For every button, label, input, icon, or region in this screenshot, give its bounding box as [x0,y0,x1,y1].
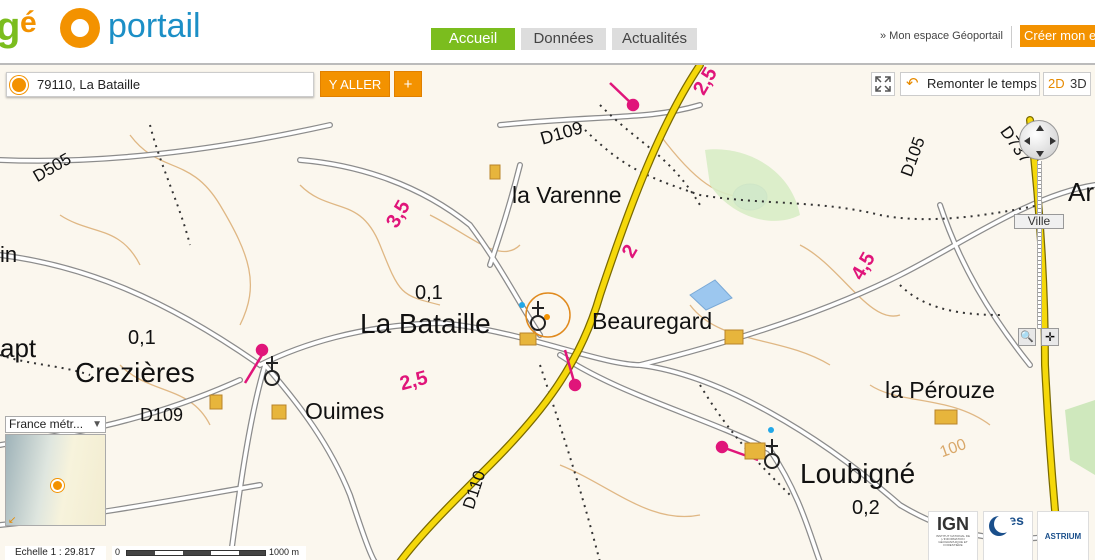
view-mode-toggle: 2D 3D [1043,72,1091,96]
main-nav: Accueil Données Actualités [431,28,697,50]
scale-bar-graphic [126,550,266,556]
cnes-emblem-icon [989,515,1012,536]
map-label-height-c: 0,2 [852,497,880,519]
territory-select-value: France métr... [9,417,84,431]
scale-bar-zero: 0 [115,547,121,557]
map-label-ar: Ar [1068,177,1094,207]
svg-text:g: g [0,5,20,49]
header-bar: g é portail Accueil Données Actualités »… [0,0,1095,63]
scale-ratio: Echelle 1 : 29.817 [5,546,106,560]
astrium-logo[interactable]: ASTRIUM [1037,511,1089,560]
expand-icon [875,76,891,92]
time-travel-button[interactable]: ↶ Remonter le temps [900,72,1040,96]
pan-arrows-icon [1024,125,1056,157]
dropdown-arrow-icon: ▼ [92,419,102,430]
map-canvas[interactable]: La Bataille Beauregard la Varenne Creziè… [0,63,1095,560]
logo-geo-icon: g é [0,5,100,49]
map-label-in: in [0,242,18,267]
map-label-beauregard: Beauregard [592,308,713,334]
cnes-logo[interactable]: cnes [983,511,1033,560]
map-label-loubigne: Loubigné [800,458,916,489]
zoom-level-label: Ville [1014,214,1064,229]
svg-text:é: é [20,6,37,39]
map-label-la-bataille: La Bataille [360,308,491,339]
map-label-apt: apt [0,333,37,363]
locate-icon[interactable]: ✛ [1041,328,1059,346]
map-label-la-perouze: la Pérouze [885,377,995,403]
view-2d-button[interactable]: 2D [1048,73,1065,95]
geoportail-logo[interactable]: g é portail [0,2,230,50]
territory-select[interactable]: France métr... ▼ [5,416,106,433]
zoom-search-icon[interactable]: 🔍 [1018,328,1036,346]
ign-logo-text: IGN [936,514,969,534]
go-button[interactable]: Y ALLER [320,71,390,97]
map-label-height-a: 0,1 [415,282,443,304]
tab-donnees[interactable]: Données [521,28,606,50]
tab-accueil[interactable]: Accueil [431,28,515,50]
map-label-d109-left: D109 [140,405,184,425]
search-box [6,72,314,97]
ign-logo-subtext: INSTITUT NATIONAL DE L'INFORMATION GÉOGR… [936,534,970,547]
overview-map[interactable]: ↙ [5,434,106,526]
view-3d-button[interactable]: 3D [1070,73,1087,95]
pan-control[interactable] [1019,120,1059,160]
header-divider [1011,26,1012,48]
logo-portail-text: portail [108,7,201,45]
create-account-button[interactable]: Créer mon e [1020,25,1095,47]
time-travel-label: Remonter le temps [927,76,1037,91]
back-arrow-icon: ↶ [906,75,919,92]
mon-espace-link[interactable]: » Mon espace Géoportail [880,30,1003,42]
scale-bar-end: 1000 m [269,547,300,557]
zoom-slider[interactable] [1037,161,1042,329]
collapse-arrow-icon[interactable]: ↙ [8,515,16,526]
astrium-logo-text: ASTRIUM [1044,532,1082,541]
more-options-button[interactable]: + [394,71,422,97]
map-label-height-b: 0,1 [128,327,156,349]
target-icon [10,76,28,94]
ign-logo[interactable]: IGN INSTITUT NATIONAL DE L'INFORMATION G… [928,511,978,560]
scale-bar: 0 1000 m [112,546,306,560]
fullscreen-button[interactable] [871,72,895,96]
search-input[interactable] [37,73,307,96]
minimap-location-icon [51,479,64,492]
tab-actualites[interactable]: Actualités [612,28,697,50]
map-label-ouimes: Ouimes [305,398,385,424]
map-label-crezieres: Crezières [75,357,195,388]
map-label-la-varenne: la Varenne [512,182,622,208]
